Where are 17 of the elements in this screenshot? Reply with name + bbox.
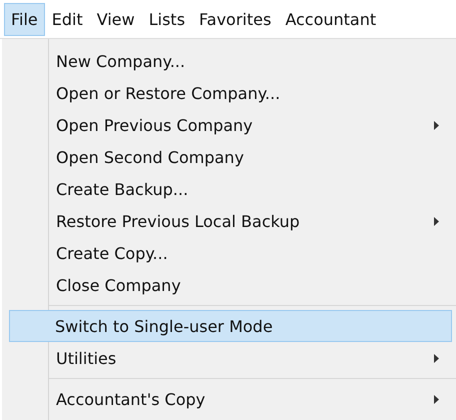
menu-item[interactable]: Restore Previous Local Backup (2, 205, 456, 237)
menu-bar-item[interactable]: Lists (142, 2, 192, 36)
menu-item[interactable]: New Company... (2, 45, 456, 77)
menu-bar-item[interactable]: View (90, 2, 142, 36)
menu-bar-item[interactable]: Favorites (192, 2, 278, 36)
menu-bar-item[interactable]: File (4, 2, 45, 36)
menu-item[interactable]: Utilities (2, 342, 456, 374)
menu-item[interactable]: Accountant's Copy (2, 383, 456, 415)
menu-item[interactable]: Switch to Single-user Mode (9, 310, 452, 342)
menu-item[interactable]: Create Backup... (2, 173, 456, 205)
menu-item[interactable]: Open Second Company (2, 141, 456, 173)
menu-item[interactable]: Close Company (2, 269, 456, 301)
menu-item[interactable]: Create Copy... (2, 237, 456, 269)
menu-bar-item[interactable]: Accountant (278, 2, 384, 36)
menu-item[interactable]: Open Previous Company (2, 109, 456, 141)
menu-item[interactable]: Open or Restore Company... (2, 77, 456, 109)
menu-bar-item[interactable]: Edit (44, 2, 90, 36)
